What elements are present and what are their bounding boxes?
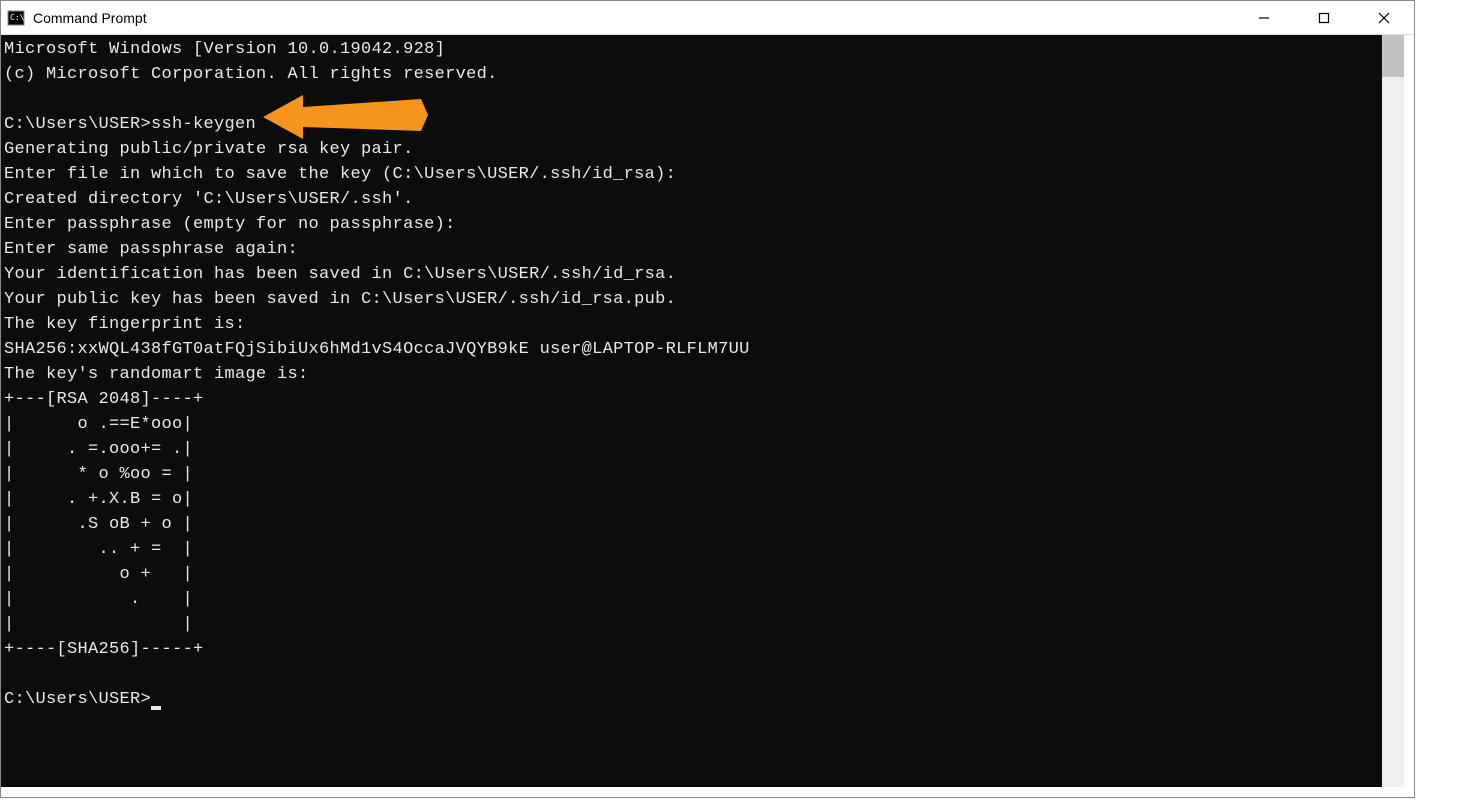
close-button[interactable]	[1354, 1, 1414, 35]
window-controls	[1234, 1, 1414, 34]
titlebar[interactable]: C:\ Command Prompt	[1, 1, 1414, 35]
svg-text:C:\: C:\	[10, 13, 25, 22]
command-prompt-window: C:\ Command Prompt Microsoft Windows [Ve…	[0, 0, 1415, 798]
scrollbar-track[interactable]	[1382, 35, 1404, 787]
minimize-button[interactable]	[1234, 1, 1294, 35]
maximize-button[interactable]	[1294, 1, 1354, 35]
window-title: Command Prompt	[33, 10, 1234, 26]
scrollbar-thumb[interactable]	[1382, 35, 1404, 77]
terminal-output[interactable]: Microsoft Windows [Version 10.0.19042.92…	[1, 35, 1384, 787]
terminal-area: Microsoft Windows [Version 10.0.19042.92…	[1, 35, 1414, 797]
cursor	[151, 706, 161, 710]
cmd-icon: C:\	[7, 9, 25, 27]
